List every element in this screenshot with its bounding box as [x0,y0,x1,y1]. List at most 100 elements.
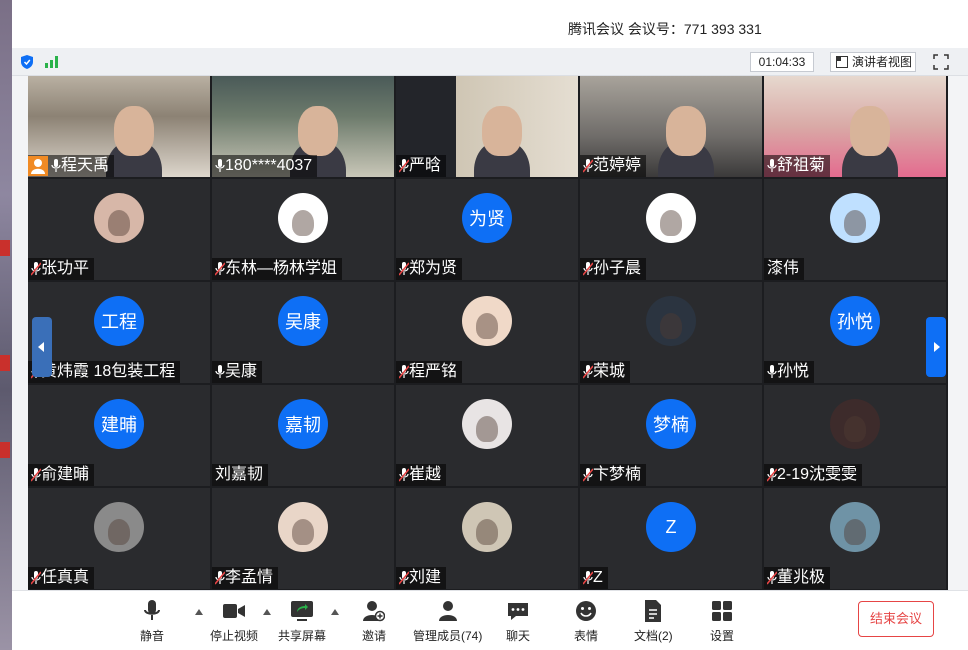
avatar-figure [844,519,866,545]
next-page-button[interactable] [926,317,946,377]
share-screen-icon [291,601,313,621]
avatar-figure [292,210,314,236]
participant-avatar: 工程 [94,296,144,346]
participant-tile[interactable]: 程天禹 [28,76,210,177]
participant-name-tag: 卞梦楠 [580,464,647,486]
smiley-icon [576,601,596,621]
participant-tile[interactable]: 为贤 郑为贤 [396,179,578,280]
participant-name: 董兆极 [777,569,826,586]
participant-tile[interactable]: 刘建 [396,488,578,589]
participant-avatar: 建晡 [94,399,144,449]
prev-page-button[interactable] [32,317,52,377]
participant-silhouette [850,106,890,156]
participant-name: 孙子晨 [593,260,642,277]
participant-name-tag: 程天禹 [28,155,115,177]
participant-tile[interactable]: 吴康 吴康 [212,282,394,383]
speaker-view-label: 演讲者视图 [852,55,913,69]
chevron-right-icon [934,342,940,352]
mic-muted-icon [215,571,225,585]
participant-tile[interactable]: 张功平 [28,179,210,280]
participant-avatar: Z [646,502,696,552]
participant-tile[interactable]: 180****4037 [212,76,394,177]
participant-tile[interactable]: 东林—杨林学姐 [212,179,394,280]
mic-muted-icon [399,262,409,276]
participant-tile[interactable]: 李孟情 [212,488,394,589]
participant-name-tag: 吴康 [212,361,263,383]
participant-name: 刘嘉韧 [215,466,264,483]
shield-icon[interactable] [21,55,33,69]
fullscreen-icon[interactable] [933,54,949,70]
participant-name-tag: 范婷婷 [580,155,647,177]
participant-tile[interactable]: 舒祖菊 [764,76,946,177]
participant-tile[interactable]: 崔越 [396,385,578,486]
mic-icon [767,159,777,172]
participant-name-tag: 180****4037 [212,155,318,177]
avatar-figure [844,416,866,442]
settings-button[interactable]: 设置 [710,599,734,644]
participant-tile[interactable]: 梦楠 卞梦楠 [580,385,762,486]
chat-label: 聊天 [506,629,531,643]
participant-avatar: 孙悦 [830,296,880,346]
avatar-figure [476,519,498,545]
participant-name-tag: 俞建晡 [28,464,95,486]
crayon-shin-avatar [830,193,880,243]
stop-video-button[interactable]: 停止视频 [210,599,258,644]
documents-button[interactable]: 文档(2) [634,599,673,644]
avatar-figure [108,210,130,236]
participant-name: 程天禹 [61,157,110,174]
participant-name-tag: 张功平 [28,258,95,280]
participant-tile[interactable]: 嘉韧 刘嘉韧 [212,385,394,486]
reactions-button[interactable]: 表情 [574,599,598,644]
invite-label: 邀请 [362,629,387,643]
participant-name: 吴康 [225,363,258,380]
title-bar: 腾讯会议 会议号：771 393 331 [12,0,968,48]
mic-muted-icon [31,262,41,276]
end-meeting-button[interactable]: 结束会议 [858,601,934,637]
doll-avatar [830,399,880,449]
share-options-caret[interactable] [331,609,339,615]
participant-tile[interactable]: 董兆极 [764,488,946,589]
video-options-caret[interactable] [263,609,271,615]
manage-members-label: 管理成员(74) [413,629,483,643]
participant-avatar: 为贤 [462,193,512,243]
host-user-icon [28,156,48,176]
mute-label: 静音 [140,629,165,643]
avatar-figure [476,416,498,442]
participant-name-tag: 2-19沈雯雯 [764,464,863,486]
mic-muted-icon [583,262,593,276]
participant-tile[interactable]: ZZ [580,488,762,589]
avatar-figure [476,313,498,339]
mute-button[interactable]: 静音 [140,599,164,644]
participant-name: 郑为贤 [409,260,458,277]
share-screen-button[interactable]: 共享屏幕 [278,599,326,644]
participant-name: Z [593,569,603,586]
participant-tile[interactable]: 程严铭 [396,282,578,383]
landscape-avatar [830,502,880,552]
participant-tile[interactable]: 荣城 [580,282,762,383]
participant-name-tag: 董兆极 [764,567,831,589]
participant-tile[interactable]: 工程黄炜霞 18包装工程 [28,282,210,383]
participant-tile[interactable]: 建晡 俞建晡 [28,385,210,486]
mic-muted-icon [583,571,593,585]
invite-button[interactable]: 邀请 [362,599,386,644]
participant-name: 黄炜霞 18包装工程 [41,363,176,380]
audio-options-caret[interactable] [195,609,203,615]
participant-name: 卞梦楠 [593,466,642,483]
signal-icon[interactable] [45,56,58,68]
participant-tile[interactable]: 任真真 [28,488,210,589]
settings-grid-icon [712,601,732,621]
participant-name: 俞建晡 [41,466,90,483]
mic-muted-icon [583,159,593,173]
participant-tile[interactable]: 2-19沈雯雯 [764,385,946,486]
speaker-view-button[interactable]: 演讲者视图 [830,52,916,72]
participant-name: 任真真 [41,569,90,586]
participant-tile[interactable]: 孙子晨 [580,179,762,280]
participant-tile[interactable]: 孙悦 孙悦 [764,282,946,383]
desktop-icon [0,240,10,256]
participant-tile[interactable]: 漆伟 [764,179,946,280]
chat-button[interactable]: 聊天 [506,599,530,644]
documents-label: 文档(2) [634,629,673,643]
manage-members-button[interactable]: 管理成员(74) [413,599,482,644]
participant-tile[interactable]: 严晗 [396,76,578,177]
participant-tile[interactable]: 范婷婷 [580,76,762,177]
